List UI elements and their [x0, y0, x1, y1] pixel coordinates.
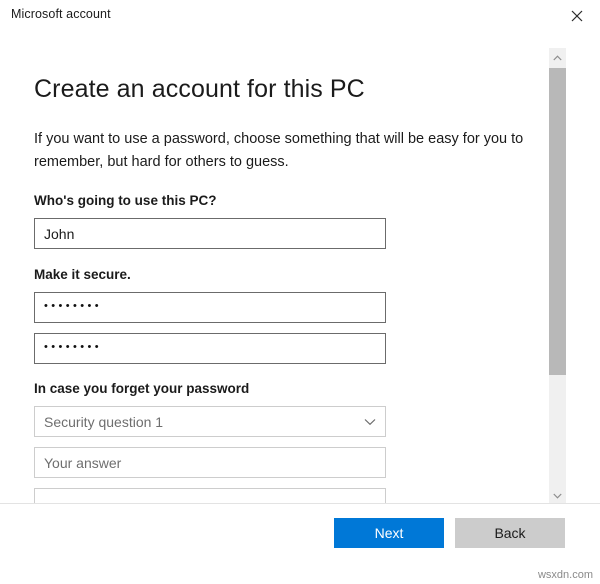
chevron-up-icon [553, 48, 562, 66]
window-title: Microsoft account [11, 7, 111, 21]
watermark: wsxdn.com [537, 569, 593, 581]
next-button[interactable]: Next [334, 518, 444, 548]
security-question-value: Security question 1 [44, 413, 164, 430]
username-label: Who's going to use this PC? [34, 193, 217, 208]
password-input-value: •••••••• [44, 300, 103, 312]
dialog-footer: Next Back [0, 503, 600, 584]
security-answer-input[interactable]: Your answer [34, 447, 386, 478]
password-recovery-label: In case you forget your password [34, 381, 250, 396]
username-input[interactable]: John [34, 218, 386, 249]
page-title: Create an account for this PC [34, 75, 365, 103]
make-it-secure-label: Make it secure. [34, 267, 131, 282]
scroll-up-button[interactable] [549, 48, 566, 65]
security-question-select[interactable]: Security question 1 [34, 406, 386, 437]
password-input[interactable]: •••••••• [34, 292, 386, 323]
close-icon [571, 10, 583, 22]
back-button[interactable]: Back [455, 518, 565, 548]
chevron-down-icon [553, 486, 562, 504]
scroll-viewport: Create an account for this PC If you wan… [0, 31, 600, 503]
microsoft-account-dialog: Microsoft account Create an account for … [0, 0, 600, 584]
chevron-down-icon [361, 418, 379, 426]
close-button[interactable] [554, 0, 600, 31]
security-question-2-select[interactable] [34, 488, 386, 503]
title-bar: Microsoft account [0, 0, 600, 31]
page-description: If you want to use a password, choose so… [34, 131, 528, 170]
vertical-scrollbar[interactable] [549, 48, 566, 503]
username-input-value: John [44, 225, 75, 242]
security-answer-placeholder: Your answer [44, 454, 122, 471]
scroll-thumb[interactable] [549, 68, 566, 375]
scroll-down-button[interactable] [549, 486, 566, 503]
confirm-password-input-value: •••••••• [44, 341, 103, 353]
confirm-password-input[interactable]: •••••••• [34, 333, 386, 364]
